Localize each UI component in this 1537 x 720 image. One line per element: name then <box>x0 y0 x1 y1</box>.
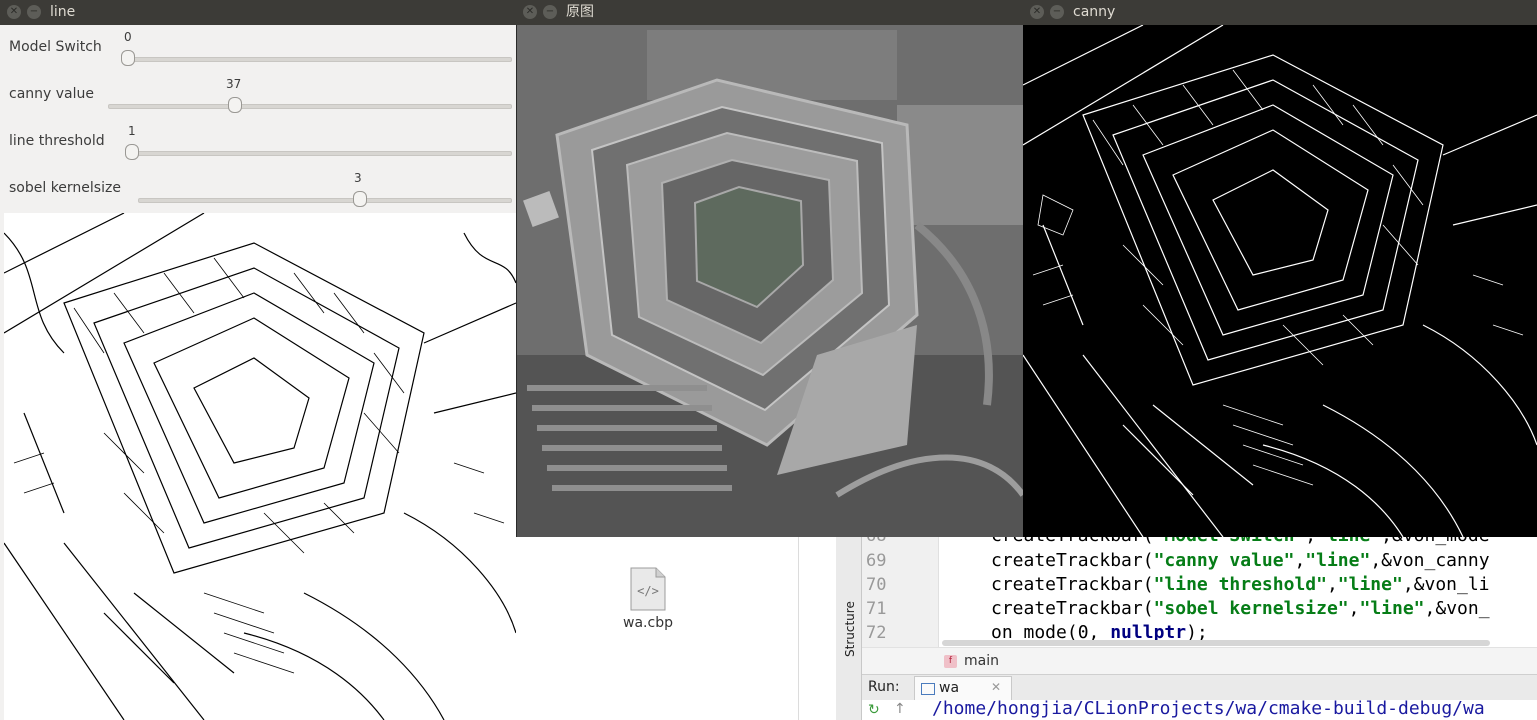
minimize-icon[interactable]: − <box>27 5 41 19</box>
trackbar-panel: Model Switch 0 canny value 37 line thres… <box>4 25 516 213</box>
code-line[interactable]: createTrackbar("line threshold","line",&… <box>991 574 1490 595</box>
line-number: 69 <box>866 551 887 571</box>
code-sep: , <box>1326 574 1338 595</box>
run-label: Run: <box>868 679 900 695</box>
trackbar-handle[interactable] <box>121 50 135 66</box>
trackbar-label: Model Switch <box>9 39 102 55</box>
breadcrumb-item[interactable]: main <box>964 653 999 669</box>
trackbar-groove[interactable] <box>108 104 512 109</box>
window-title: canny <box>1073 4 1116 20</box>
trackbar-value: 3 <box>354 171 362 185</box>
code-sep: , <box>1348 598 1360 619</box>
structure-tab[interactable]: Structure <box>843 601 857 657</box>
console-output: /home/hongjia/CLionProjects/wa/cmake-bui… <box>932 698 1485 719</box>
code-line[interactable]: createTrackbar("canny value","line",&von… <box>991 550 1490 571</box>
console-icon <box>921 683 935 695</box>
trackbar-value: 1 <box>128 124 136 138</box>
function-icon: f <box>944 655 957 668</box>
trackbar-value: 0 <box>124 30 132 44</box>
line-number: 71 <box>866 599 887 619</box>
code-file-icon[interactable]: </> <box>630 567 666 611</box>
trackbar-handle[interactable] <box>353 191 367 207</box>
canny-titlebar[interactable]: ✕ − canny <box>1023 0 1537 25</box>
trackbar-model-switch: Model Switch 0 <box>4 25 516 72</box>
trackbar-label: sobel kernelsize <box>9 180 121 196</box>
window-title: 原图 <box>566 4 594 20</box>
edge-drawing <box>4 213 516 720</box>
original-aerial-image <box>517 25 1023 537</box>
code-string: "line threshold" <box>1153 574 1327 595</box>
code-fn: createTrackbar( <box>991 550 1154 571</box>
code-string: "line" <box>1305 550 1371 571</box>
tool-window-strip: Structure <box>836 537 862 720</box>
trackbar-handle[interactable] <box>125 144 139 160</box>
code-line[interactable]: createTrackbar("sobel kernelsize","line"… <box>991 598 1490 619</box>
trackbar-groove[interactable] <box>138 198 512 203</box>
close-icon[interactable]: ✕ <box>523 5 537 19</box>
run-console: ↻ ↑ /home/hongjia/CLionProjects/wa/cmake… <box>862 698 1537 720</box>
trackbar-groove[interactable] <box>126 151 512 156</box>
run-toolbar: Run: wa ✕ <box>862 674 1537 702</box>
file-manager: </> wa.cbp <box>516 537 836 720</box>
code-rest: ,&von_li <box>1402 574 1490 595</box>
canny-edges <box>1023 25 1537 537</box>
code-rest: ,&von_ <box>1424 598 1490 619</box>
code-fn: createTrackbar( <box>991 574 1154 595</box>
code-string: "canny value" <box>1153 550 1295 571</box>
minimize-icon[interactable]: − <box>1050 5 1064 19</box>
line-titlebar[interactable]: ✕ − line <box>0 0 516 25</box>
close-icon[interactable]: ✕ <box>1030 5 1044 19</box>
original-titlebar[interactable]: ✕ − 原图 <box>516 0 1023 25</box>
original-window: ✕ − 原图 <box>516 0 1023 537</box>
trackbar-label: canny value <box>9 86 94 102</box>
code-string: "line" <box>1337 574 1403 595</box>
arrow-up-icon[interactable]: ↑ <box>894 701 906 717</box>
line-number: 70 <box>866 575 887 595</box>
rerun-icon[interactable]: ↻ <box>868 702 880 718</box>
code-rest: ,&von_canny <box>1370 550 1490 571</box>
horizontal-scrollbar[interactable] <box>942 640 1490 646</box>
divider <box>798 537 799 720</box>
line-number: 72 <box>866 623 887 643</box>
trackbar-sobel-kernelsize: sobel kernelsize 3 <box>4 166 516 213</box>
file-name[interactable]: wa.cbp <box>608 615 688 631</box>
trackbar-canny-value: canny value 37 <box>4 72 516 119</box>
canny-edge-image <box>1023 25 1537 537</box>
run-tab-label: wa <box>939 680 960 696</box>
window-title: line <box>50 4 76 20</box>
code-string: "sobel kernelsize" <box>1153 598 1349 619</box>
code-string: "line" <box>1359 598 1425 619</box>
close-icon[interactable]: ✕ <box>7 5 21 19</box>
trackbar-value: 37 <box>226 77 242 91</box>
trackbar-label: line threshold <box>9 133 105 149</box>
canny-window: ✕ − canny <box>1023 0 1537 537</box>
aerial-photo <box>517 25 1023 537</box>
code-fn: createTrackbar( <box>991 598 1154 619</box>
trackbar-line-threshold: line threshold 1 <box>4 119 516 166</box>
minimize-icon[interactable]: − <box>543 5 557 19</box>
line-window: ✕ − line Model Switch 0 canny value 37 l… <box>0 0 516 720</box>
line-edge-image <box>4 213 516 720</box>
svg-text:</>: </> <box>637 584 659 598</box>
close-icon[interactable]: ✕ <box>991 680 1001 694</box>
breadcrumb: f main <box>862 647 1537 675</box>
clion-editor: Structure 68 69 70 71 72 createTrackbar(… <box>836 525 1537 720</box>
trackbar-groove[interactable] <box>122 57 512 62</box>
trackbar-handle[interactable] <box>228 97 242 113</box>
code-sep: , <box>1294 550 1306 571</box>
